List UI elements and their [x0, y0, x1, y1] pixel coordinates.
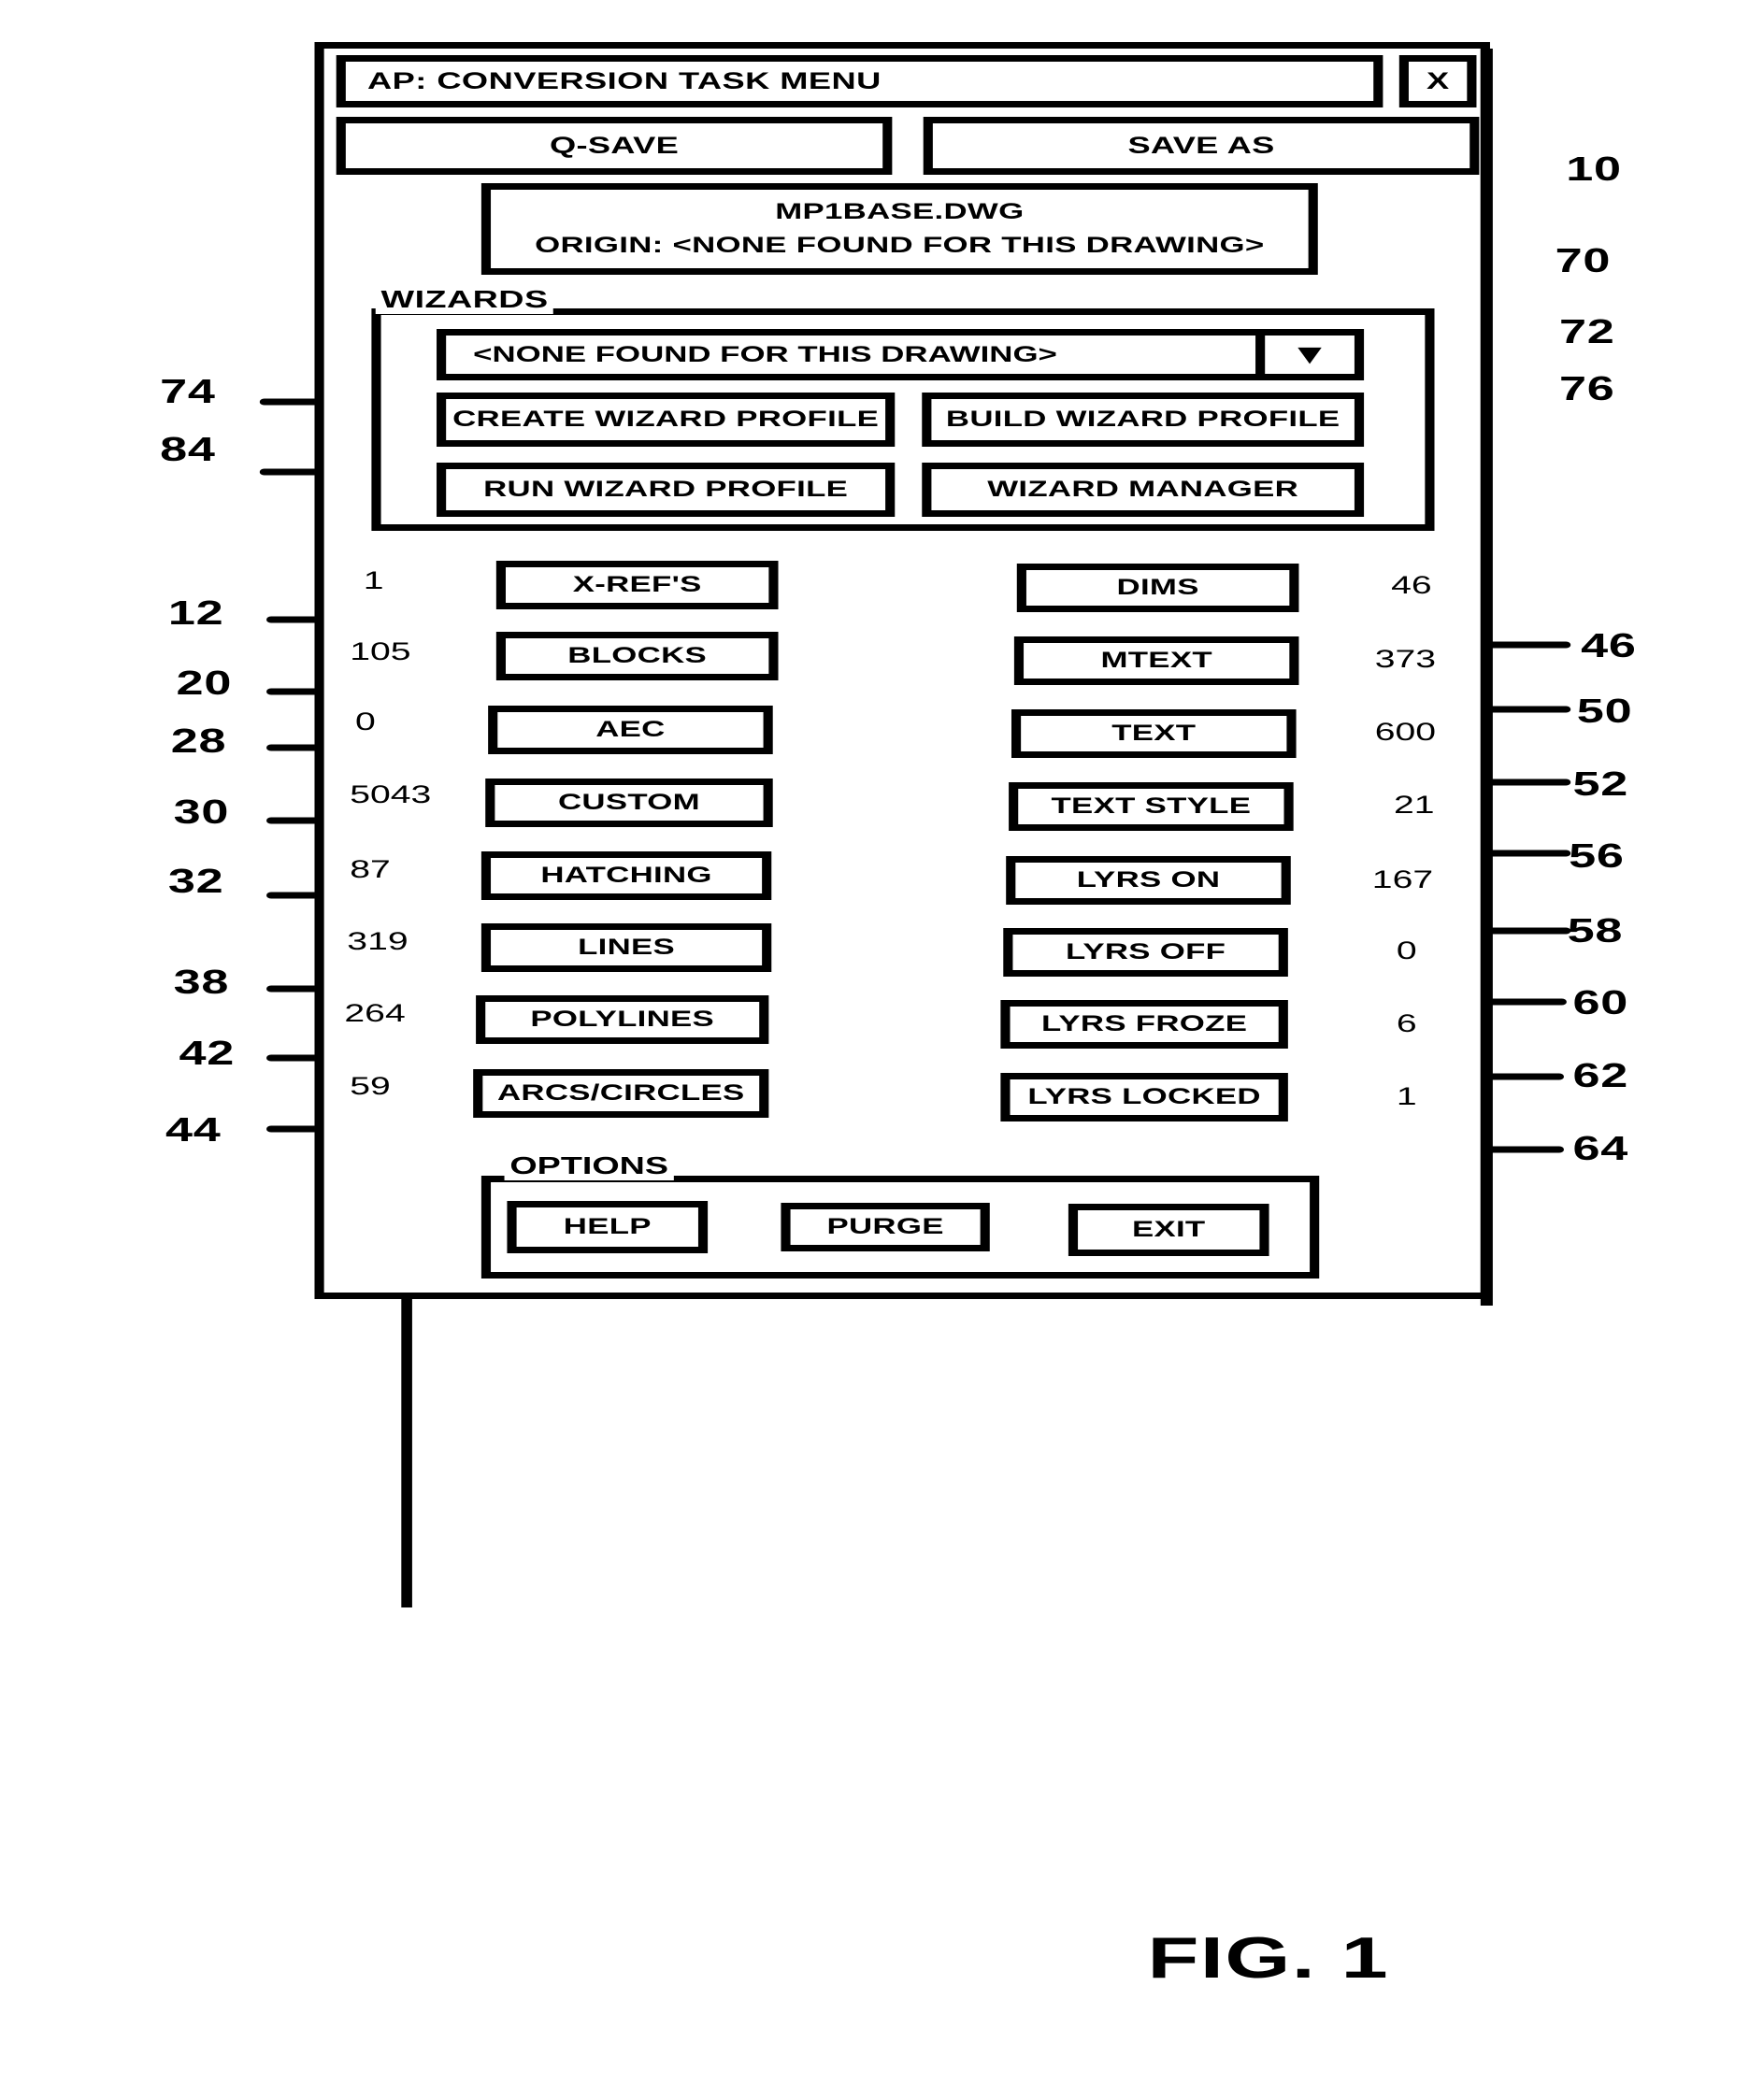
ref-numeral-lyrs-froze: 62	[1572, 1056, 1628, 1094]
wizard-profile-select[interactable]: <NONE FOUND FOR THIS DRAWING> ▼	[437, 329, 1365, 380]
ref-numeral-blocks: 20	[176, 664, 233, 702]
entity-button-blocks[interactable]: BLOCKS	[495, 632, 779, 680]
ref-numeral-lyrs-off: 60	[1572, 983, 1628, 1021]
ref-numeral-arcs-circles: 44	[165, 1110, 222, 1149]
count-xrefs: 1	[363, 566, 384, 594]
count-arcs-circles: 59	[350, 1072, 391, 1100]
entity-button-lyrs-on[interactable]: LYRS ON	[1006, 856, 1291, 905]
count-lyrs-on: 167	[1371, 865, 1434, 893]
ref-numeral-lines: 38	[173, 963, 230, 1001]
file-info-panel: MP1BASE.DWG ORIGIN: <NONE FOUND FOR THIS…	[480, 183, 1318, 275]
q-save-button[interactable]: Q-SAVE	[336, 117, 893, 175]
ref-numeral-lyrs-on: 58	[1567, 911, 1624, 950]
ref-numeral-dims: 46	[1581, 626, 1637, 664]
count-lyrs-locked: 1	[1396, 1082, 1417, 1110]
count-text-style: 21	[1393, 791, 1435, 819]
purge-button[interactable]: PURGE	[781, 1203, 990, 1251]
count-hatching: 87	[350, 855, 391, 883]
ref-numeral-dialog: 10	[1566, 150, 1622, 188]
count-mtext: 373	[1374, 645, 1437, 673]
entity-button-xrefs[interactable]: X-REF'S	[495, 561, 779, 609]
ref-numeral-polylines: 42	[179, 1034, 235, 1072]
ref-numeral-text-style: 56	[1569, 836, 1625, 875]
entity-button-text[interactable]: TEXT	[1011, 709, 1297, 758]
entity-button-dims[interactable]: DIMS	[1016, 564, 1299, 612]
count-lyrs-off: 0	[1396, 936, 1417, 964]
count-lines: 319	[347, 927, 409, 955]
save-as-button[interactable]: SAVE AS	[923, 117, 1480, 175]
entity-button-lyrs-froze[interactable]: LYRS FROZE	[1000, 1000, 1288, 1049]
entity-button-arcs-circles[interactable]: ARCS/CIRCLES	[473, 1069, 769, 1118]
ref-numeral-wizard-select: 72	[1558, 312, 1615, 350]
entity-button-hatching[interactable]: HATCHING	[480, 851, 772, 900]
chevron-down-icon[interactable]: ▼	[1255, 336, 1355, 374]
ref-numeral-custom: 30	[173, 793, 230, 831]
file-origin: ORIGIN: <NONE FOUND FOR THIS DRAWING>	[535, 233, 1265, 258]
count-lyrs-froze: 6	[1396, 1009, 1417, 1037]
dialog-titlebar: AP: CONVERSION TASK MENU	[336, 55, 1383, 107]
count-custom: 5043	[350, 780, 432, 808]
figure-canvas: AP: CONVERSION TASK MENU X Q-SAVE SAVE A…	[0, 0, 1749, 2100]
dialog-shadow	[1480, 49, 1493, 1306]
ref-numeral-xrefs: 12	[167, 593, 224, 632]
wizard-profile-select-value: <NONE FOUND FOR THIS DRAWING>	[473, 341, 1057, 367]
help-button[interactable]: HELP	[507, 1201, 709, 1253]
entity-button-mtext[interactable]: MTEXT	[1013, 636, 1299, 685]
options-group-label: OPTIONS	[504, 1151, 674, 1180]
count-text: 600	[1374, 718, 1437, 746]
count-aec: 0	[355, 707, 376, 736]
ref-numeral-aec: 28	[170, 721, 227, 760]
create-wizard-profile-button[interactable]: CREATE WIZARD PROFILE	[437, 393, 896, 447]
file-name: MP1BASE.DWG	[775, 199, 1025, 225]
ref-numeral-build-wizard: 76	[1558, 369, 1615, 407]
exit-button[interactable]: EXIT	[1068, 1204, 1269, 1256]
ref-numeral-text: 52	[1572, 764, 1628, 803]
count-blocks: 105	[350, 637, 411, 665]
close-icon[interactable]: X	[1398, 55, 1477, 107]
ref-numeral-hatching: 32	[167, 862, 224, 900]
entity-button-lyrs-locked[interactable]: LYRS LOCKED	[1000, 1073, 1288, 1121]
run-wizard-profile-button[interactable]: RUN WIZARD PROFILE	[437, 463, 896, 517]
build-wizard-profile-button[interactable]: BUILD WIZARD PROFILE	[922, 393, 1365, 447]
wizards-group-label: WIZARDS	[375, 285, 554, 314]
ref-numeral-wizards-group: 70	[1555, 241, 1612, 279]
entity-button-lyrs-off[interactable]: LYRS OFF	[1003, 928, 1288, 977]
count-dims: 46	[1391, 571, 1432, 599]
entity-button-text-style[interactable]: TEXT STYLE	[1009, 782, 1294, 831]
entity-button-aec[interactable]: AEC	[488, 706, 773, 754]
entity-button-custom[interactable]: CUSTOM	[485, 779, 773, 827]
figure-caption: FIG. 1	[1147, 1926, 1390, 1991]
dialog-title: AP: CONVERSION TASK MENU	[367, 67, 882, 94]
ref-numeral-lyrs-locked: 64	[1572, 1129, 1628, 1167]
entity-button-polylines[interactable]: POLYLINES	[476, 995, 769, 1044]
wizard-manager-button[interactable]: WIZARD MANAGER	[922, 463, 1365, 517]
ref-numeral-mtext: 50	[1576, 692, 1633, 730]
ref-numeral-create-wizard: 74	[160, 372, 216, 410]
count-polylines: 264	[344, 999, 406, 1027]
ref-numeral-run-wizard: 84	[160, 430, 216, 468]
entity-button-lines[interactable]: LINES	[480, 923, 772, 972]
